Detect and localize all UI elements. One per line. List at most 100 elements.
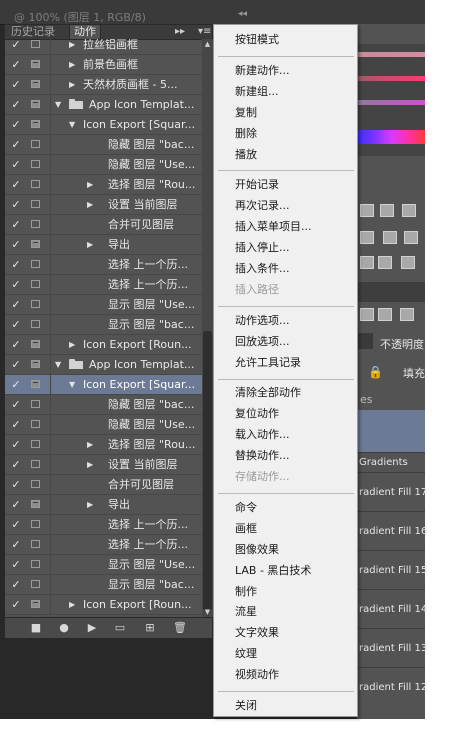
toggle-dialog-icon[interactable] xyxy=(31,80,40,88)
color-slider-red[interactable] xyxy=(357,52,425,57)
adjustment-brightness-icon[interactable] xyxy=(360,204,374,217)
toggle-dialog-icon[interactable] xyxy=(31,120,40,128)
toggle-dialog-icon[interactable] xyxy=(31,400,40,408)
scroll-up-icon[interactable]: ▲ xyxy=(202,39,213,49)
toggle-item-checkbox[interactable]: ✓ xyxy=(11,238,21,251)
color-spectrum-bar[interactable] xyxy=(357,130,425,144)
toggle-dialog-icon[interactable] xyxy=(31,140,40,148)
toggle-dialog-icon[interactable] xyxy=(31,160,40,168)
toggle-dialog-icon[interactable] xyxy=(31,380,40,388)
blend-mode-dropdown[interactable] xyxy=(357,333,373,349)
action-row[interactable]: ✓ 合并可见图层 xyxy=(5,475,202,495)
toggle-item-checkbox[interactable]: ✓ xyxy=(11,558,21,571)
menu-item[interactable]: 允许工具记录 xyxy=(235,356,301,370)
menu-item[interactable]: 命令 xyxy=(235,501,257,515)
menu-item[interactable]: 动作选项... xyxy=(235,314,290,328)
menu-item[interactable]: 按钮模式 xyxy=(235,33,279,47)
toggle-dialog-icon[interactable] xyxy=(31,100,40,108)
adjustment-threshold-icon[interactable] xyxy=(378,256,392,269)
toggle-item-checkbox[interactable]: ✓ xyxy=(11,578,21,591)
toggle-dialog-icon[interactable] xyxy=(31,260,40,268)
adjustment-camera-icon[interactable] xyxy=(360,231,374,244)
toggle-dialog-icon[interactable] xyxy=(31,480,40,488)
new-action-button[interactable]: ⊞ xyxy=(143,621,157,635)
toggle-dialog-icon[interactable] xyxy=(31,180,40,188)
expand-triangle-icon[interactable]: ▼ xyxy=(55,98,61,111)
toggle-item-checkbox[interactable]: ✓ xyxy=(11,498,21,511)
start-recording-button[interactable]: ● xyxy=(57,621,71,635)
toggle-item-checkbox[interactable]: ✓ xyxy=(11,218,21,231)
toggle-item-checkbox[interactable]: ✓ xyxy=(11,338,21,351)
collapse-triangle-icon[interactable]: ▶ xyxy=(69,39,75,51)
scroll-down-icon[interactable]: ▼ xyxy=(202,607,213,617)
action-row[interactable]: ✓ ▼ App Icon Templat... xyxy=(5,95,202,115)
toggle-item-checkbox[interactable]: ✓ xyxy=(11,598,21,611)
menu-item[interactable]: 再次记录... xyxy=(235,199,290,213)
action-row[interactable]: ✓ 选择 上一个历... xyxy=(5,255,202,275)
toggle-dialog-icon[interactable] xyxy=(31,280,40,288)
menu-item[interactable]: 插入停止... xyxy=(235,241,290,255)
menu-item[interactable]: 复位动作 xyxy=(235,407,279,421)
layer-row[interactable]: radient Fill 13 xyxy=(357,628,427,668)
expand-triangle-icon[interactable]: ▼ xyxy=(69,118,75,131)
collapse-triangle-icon[interactable]: ▶ xyxy=(69,78,75,91)
menu-item[interactable]: 制作 xyxy=(235,585,257,599)
action-row[interactable]: ✓ ▶ 天然材质画框 - 5... xyxy=(5,75,202,95)
action-row[interactable]: ✓ ▼ Icon Export [Squar... xyxy=(5,375,202,395)
adjustment-invert-icon[interactable] xyxy=(360,256,374,269)
toggle-item-checkbox[interactable]: ✓ xyxy=(11,378,21,391)
toggle-item-checkbox[interactable]: ✓ xyxy=(11,98,21,111)
toggle-item-checkbox[interactable]: ✓ xyxy=(11,158,21,171)
action-row[interactable]: ✓ 隐藏 图层 "bac... xyxy=(5,395,202,415)
adjustment-selective-color-icon[interactable] xyxy=(401,256,415,269)
layer-row[interactable]: radient Fill 14 xyxy=(357,589,427,629)
toggle-dialog-icon[interactable] xyxy=(31,200,40,208)
toggle-item-checkbox[interactable]: ✓ xyxy=(11,198,21,211)
action-row[interactable]: ✓ ▶ Icon Export [Roun... xyxy=(5,335,202,355)
layer-row[interactable]: radient Fill 16 xyxy=(357,511,427,551)
color-slider-green[interactable] xyxy=(357,76,425,81)
toggle-dialog-icon[interactable] xyxy=(31,360,40,368)
color-slider-blue[interactable] xyxy=(357,100,425,105)
expand-triangle-icon[interactable]: ▼ xyxy=(69,378,75,391)
toggle-item-checkbox[interactable]: ✓ xyxy=(11,298,21,311)
menu-item[interactable]: 关闭 xyxy=(235,699,257,713)
lock-icon[interactable]: 🔒 xyxy=(368,365,383,379)
tab-history[interactable]: 历史记录 xyxy=(7,25,59,39)
action-row[interactable]: ✓ 显示 图层 "bac... xyxy=(5,315,202,335)
toggle-item-checkbox[interactable]: ✓ xyxy=(11,418,21,431)
toggle-dialog-icon[interactable] xyxy=(31,320,40,328)
layer-row[interactable]: radient Fill 15 xyxy=(357,550,427,590)
menu-item[interactable]: 清除全部动作 xyxy=(235,386,301,400)
toggle-item-checkbox[interactable]: ✓ xyxy=(11,178,21,191)
scroll-thumb[interactable] xyxy=(203,331,212,611)
toggle-item-checkbox[interactable]: ✓ xyxy=(11,358,21,371)
menu-item[interactable]: 播放 xyxy=(235,148,257,162)
toggle-dialog-icon[interactable] xyxy=(31,340,40,348)
action-row[interactable]: ✓ ▶ 拉丝铝画框 xyxy=(5,39,202,55)
menu-item[interactable]: 开始记录 xyxy=(235,178,279,192)
toggle-dialog-icon[interactable] xyxy=(31,520,40,528)
tab-overflow-icon[interactable]: ▸▸ xyxy=(175,25,185,39)
toggle-dialog-icon[interactable] xyxy=(31,300,40,308)
action-row[interactable]: ✓ ▶ 选择 图层 "Rou... xyxy=(5,175,202,195)
collapse-triangle-icon[interactable]: ▶ xyxy=(87,498,93,511)
action-row[interactable]: ✓ 选择 上一个历... xyxy=(5,515,202,535)
delete-button[interactable]: 🗑 xyxy=(173,621,187,635)
toggle-item-checkbox[interactable]: ✓ xyxy=(11,518,21,531)
action-row[interactable]: ✓ 隐藏 图层 "Use... xyxy=(5,155,202,175)
filter-adjustment-icon[interactable] xyxy=(378,308,392,321)
toggle-item-checkbox[interactable]: ✓ xyxy=(11,58,21,71)
action-row[interactable]: ✓ ▶ 设置 当前图层 xyxy=(5,455,202,475)
toggle-dialog-icon[interactable] xyxy=(31,220,40,228)
action-row[interactable]: ✓ ▼ App Icon Templat... xyxy=(5,355,202,375)
toggle-dialog-icon[interactable] xyxy=(31,600,40,608)
toggle-dialog-icon[interactable] xyxy=(31,460,40,468)
action-row[interactable]: ✓ 选择 上一个历... xyxy=(5,275,202,295)
toggle-dialog-icon[interactable] xyxy=(31,40,40,48)
menu-item[interactable]: 画框 xyxy=(235,522,257,536)
toggle-dialog-icon[interactable] xyxy=(31,60,40,68)
toggle-dialog-icon[interactable] xyxy=(31,420,40,428)
toggle-dialog-icon[interactable] xyxy=(31,500,40,508)
menu-item[interactable]: 删除 xyxy=(235,127,257,141)
